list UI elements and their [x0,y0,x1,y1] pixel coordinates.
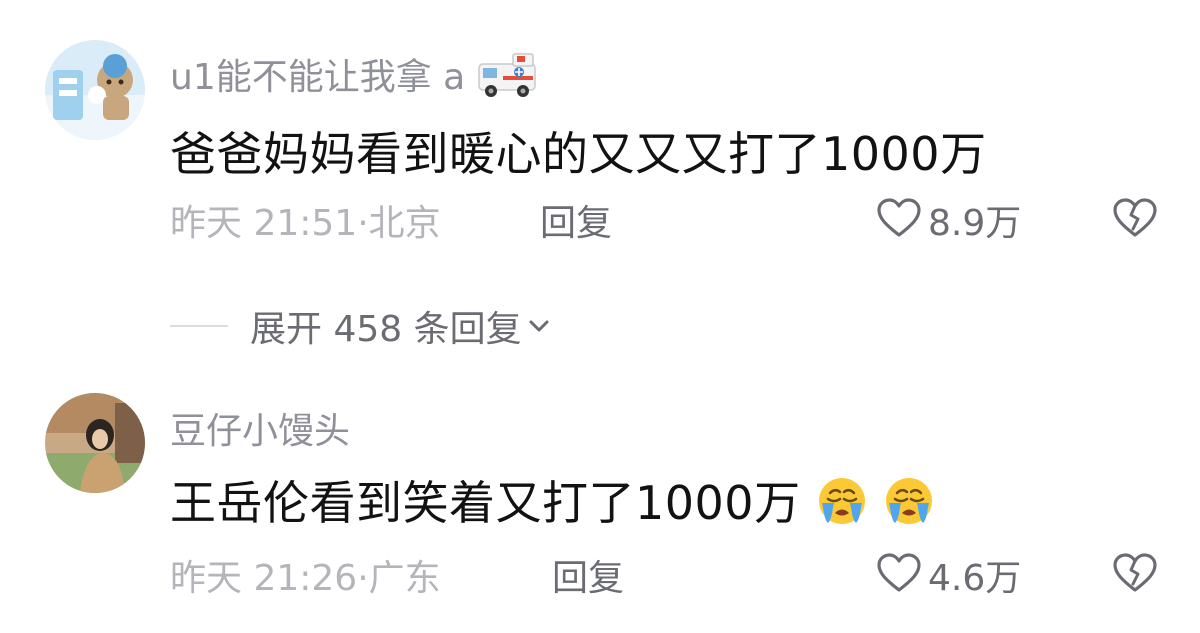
broken-heart-icon [1113,198,1157,237]
comment-text-body: 王岳伦看到笑着又打了1000万 [170,476,801,530]
username[interactable]: 豆仔小馒头 [170,402,350,454]
crying-face-icon [883,475,935,538]
comment-text: 爸爸妈妈看到暖心的又又又打了1000万 [170,127,987,181]
like-count: 4.6万 [928,558,1022,599]
heart-icon [876,197,922,243]
dislike-button[interactable] [1110,192,1160,242]
expand-replies-label: 展开 458 条回复 [250,309,522,350]
divider [170,325,228,327]
dislike-button[interactable] [1110,547,1160,597]
like-count: 8.9万 [928,203,1022,244]
comment-text: 王岳伦看到笑着又打了1000万 [170,467,935,538]
like-button[interactable]: 4.6万 [876,549,1021,601]
like-button[interactable]: 8.9万 [876,194,1021,246]
ambulance-icon [477,50,539,109]
avatar[interactable] [45,393,145,493]
crying-face-icon [816,475,868,538]
username[interactable]: u1能不能让我拿 a [170,48,539,109]
heart-icon [876,552,922,598]
avatar[interactable] [45,40,145,140]
comment-meta: 昨天 21:51·北京 [170,203,441,244]
expand-replies-button[interactable]: 展开 458 条回复 [170,300,552,352]
comment-meta: 昨天 21:26·广东 [170,558,441,599]
reply-button[interactable]: 回复 [540,194,612,246]
username-text: u1能不能让我拿 a [170,57,466,98]
reply-button[interactable]: 回复 [552,549,624,601]
broken-heart-icon [1113,553,1157,592]
chevron-down-icon [526,316,552,336]
